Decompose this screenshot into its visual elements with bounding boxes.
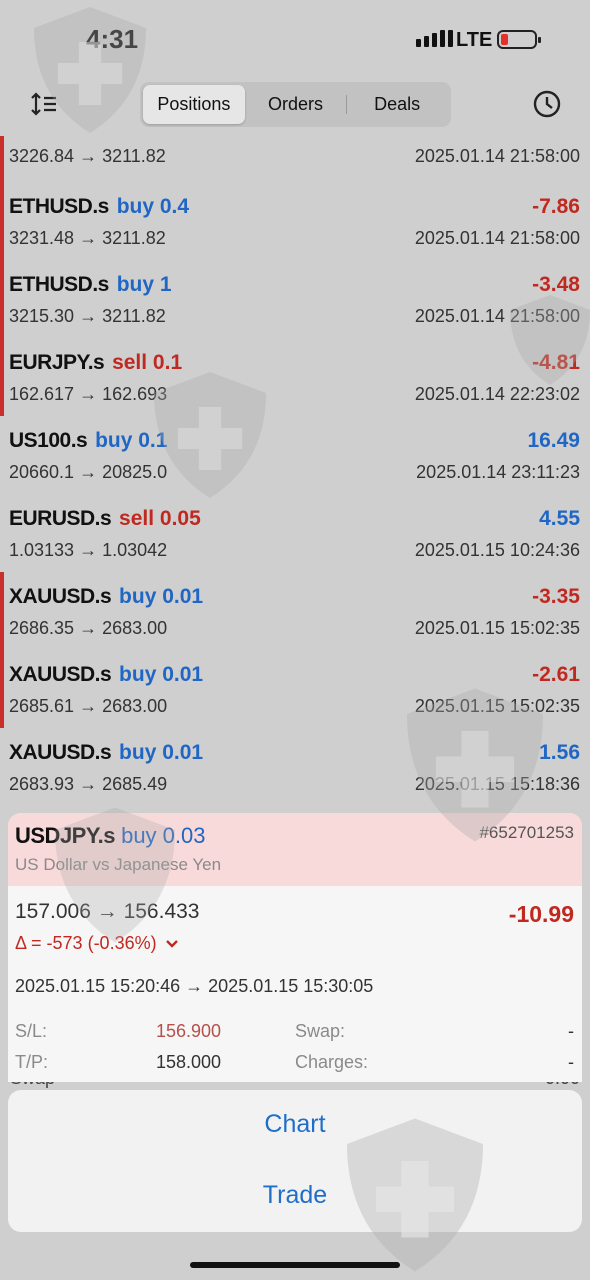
tab-orders[interactable]: Orders [245,85,347,124]
tab-positions[interactable]: Positions [143,85,245,124]
swap-label: Swap: [295,1021,346,1041]
position-time: 2025.01.15 15:18:36 [414,774,580,794]
position-side: sell 0.05 [119,507,201,530]
chevron-down-icon [165,940,178,948]
home-indicator[interactable] [190,1262,400,1268]
position-side: buy 0.1 [95,429,168,452]
position-side: buy 0.01 [119,585,204,608]
position-symbol: XAUUSD.s [9,585,112,608]
position-row[interactable]: EURJPY.s sell 0.1 -4.81 162.617 → 162.69… [0,338,590,416]
position-profit: 1.56 [539,741,580,764]
detail-profit: -10.99 [508,901,574,927]
tab-deals[interactable]: Deals [346,85,448,124]
positions-list: 3226.84 → 3211.82 2025.01.14 21:58:00 ET… [0,136,590,806]
position-profit: 4.55 [539,507,580,530]
trade-button[interactable]: Trade [8,1181,582,1210]
position-side: buy 0.4 [116,195,190,218]
signal-strength-icon [416,30,453,47]
position-side: buy 0.01 [119,663,204,686]
position-prices: 2683.93 → 2685.49 [9,774,168,794]
status-bar: 4:31 LTE [0,0,590,80]
position-prices: 3215.30 → 3211.82 [9,306,166,326]
position-prices: 2685.61 → 2683.00 [9,696,168,716]
position-symbol: US100.s [9,429,88,452]
sl-label: S/L: [15,1021,48,1041]
position-prices: 3231.48 → 3211.82 [9,228,166,248]
position-profit: 16.49 [527,429,580,452]
detail-header: USDJPY.s buy 0.03 #652701253 US Dollar v… [8,813,582,886]
position-side: sell 0.1 [112,351,183,374]
position-profit: -7.86 [532,195,580,218]
position-side-bar [0,650,4,728]
network-type: LTE [456,29,493,51]
position-row[interactable]: ETHUSD.s buy 0.4 -7.86 3231.48 → 3211.82… [0,182,590,260]
position-side-bar [0,572,4,650]
position-profit: -3.48 [532,273,580,296]
position-row[interactable]: EURUSD.s sell 0.05 4.55 1.03133 → 1.0304… [0,494,590,572]
position-prices: 1.03133 → 1.03042 [9,540,168,560]
position-side-bar [0,260,4,338]
position-time: 2025.01.15 10:24:36 [414,540,580,560]
position-prices: 3226.84 → 3211.82 [9,146,166,166]
position-row[interactable]: XAUUSD.s buy 0.01 1.56 2683.93 → 2685.49… [0,728,590,806]
position-symbol: EURJPY.s [9,351,105,374]
position-time: 2025.01.14 23:11:23 [416,462,580,482]
status-time: 4:31 [86,24,139,54]
position-side-bar [0,182,4,260]
detail-delta[interactable]: Δ = -573 (-0.36%) [15,933,179,954]
sl-value: 156.900 [156,1021,222,1041]
position-time: 2025.01.14 21:58:00 [414,228,580,248]
position-side: buy 1 [116,273,172,296]
position-row[interactable]: XAUUSD.s buy 0.01 -3.35 2686.35 → 2683.0… [0,572,590,650]
sort-icon[interactable] [30,90,58,118]
charges-label: Charges: [295,1052,369,1072]
position-symbol: ETHUSD.s [9,195,109,218]
position-symbol: EURUSD.s [9,507,112,530]
position-side-bar [0,338,4,416]
detail-prices: 157.006 → 156.433 [15,900,200,923]
position-prices: 2686.35 → 2683.00 [9,618,168,638]
position-symbol: XAUUSD.s [9,741,112,764]
position-time: 2025.01.14 21:58:00 [414,146,580,166]
position-symbol: ETHUSD.s [9,273,109,296]
position-time: 2025.01.14 22:23:02 [414,384,580,404]
position-time: 2025.01.14 21:58:00 [414,306,580,326]
action-sheet: Chart Trade [8,1090,582,1232]
position-profit: -4.81 [532,351,580,374]
position-symbol: XAUUSD.s [9,663,112,686]
swap-value: - [568,1021,574,1041]
position-prices: 162.617 → 162.693 [9,384,168,404]
position-row[interactable]: 3226.84 → 3211.82 2025.01.14 21:58:00 [0,136,590,182]
position-time: 2025.01.15 15:02:35 [414,618,580,638]
tp-value: 158.000 [156,1052,222,1072]
detail-symbol: USDJPY.s [15,823,115,848]
charges-value: - [568,1052,574,1072]
position-side-bar [0,136,4,182]
detail-side: buy 0.03 [121,823,206,848]
position-side: buy 0.01 [119,741,204,764]
position-row[interactable]: ETHUSD.s buy 1 -3.48 3215.30 → 3211.82 2… [0,260,590,338]
position-profit: -2.61 [532,663,580,686]
tp-label: T/P: [15,1052,49,1072]
position-detail-card: USDJPY.s buy 0.03 #652701253 US Dollar v… [8,813,582,1082]
detail-times: 2025.01.15 15:20:46 → 2025.01.15 15:30:0… [15,976,374,996]
detail-ticket: #652701253 [479,823,574,842]
detail-delta-text: Δ = -573 (-0.36%) [15,933,157,953]
chart-button[interactable]: Chart [8,1110,582,1139]
history-clock-icon[interactable] [532,89,562,119]
position-time: 2025.01.15 15:02:35 [414,696,580,716]
position-prices: 20660.1 → 20825.0 [9,462,168,482]
battery-icon [497,30,541,49]
tab-bar: Positions Orders Deals [140,82,451,127]
detail-description: US Dollar vs Japanese Yen [15,855,222,874]
position-profit: -3.35 [532,585,580,608]
position-row[interactable]: US100.s buy 0.1 16.49 20660.1 → 20825.0 … [0,416,590,494]
position-row[interactable]: XAUUSD.s buy 0.01 -2.61 2685.61 → 2683.0… [0,650,590,728]
